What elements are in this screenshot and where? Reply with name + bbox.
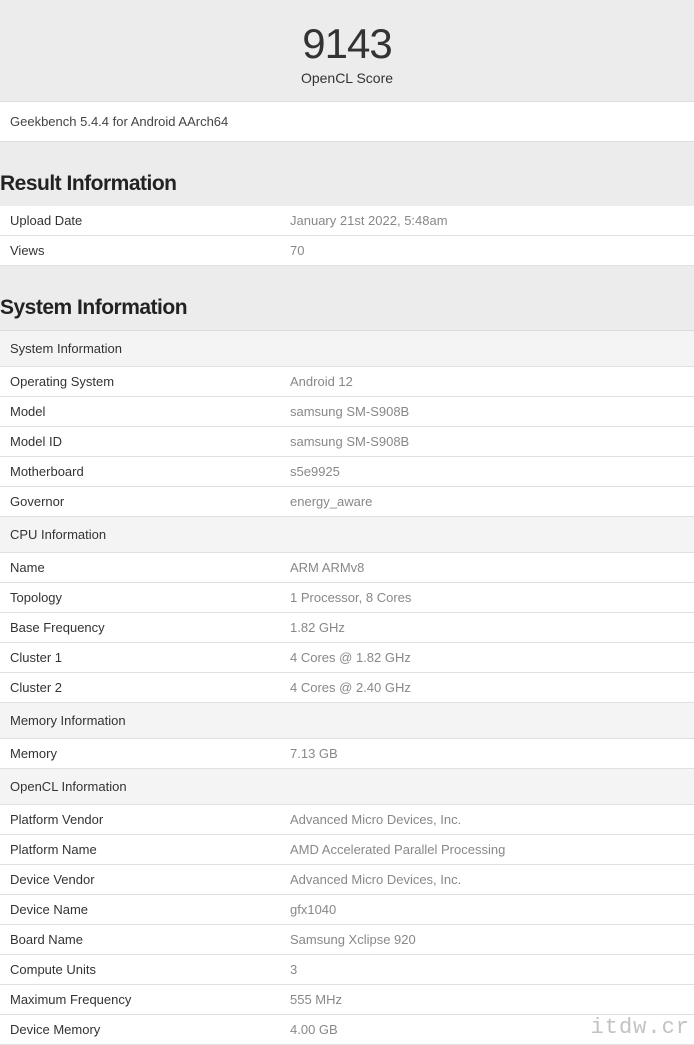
- result-heading: Result Information: [0, 142, 694, 206]
- row-value: 1 Processor, 8 Cores: [280, 583, 694, 613]
- table-row: Board Name Samsung Xclipse 920: [0, 925, 694, 955]
- table-row: Memory 7.13 GB: [0, 739, 694, 769]
- row-value: 555 MHz: [280, 985, 694, 1015]
- row-value: Android 12: [280, 367, 694, 397]
- table-subheader: System Information: [0, 331, 694, 367]
- row-label: Operating System: [0, 367, 280, 397]
- row-value: gfx1040: [280, 895, 694, 925]
- row-value: 4.00 GB: [280, 1015, 694, 1045]
- table-row: Motherboard s5e9925: [0, 457, 694, 487]
- row-value: energy_aware: [280, 487, 694, 517]
- subheader-label: Memory Information: [0, 703, 694, 739]
- score-label: OpenCL Score: [0, 70, 694, 86]
- row-value: 70: [280, 236, 694, 266]
- row-label: Model ID: [0, 427, 280, 457]
- row-label: Maximum Frequency: [0, 985, 280, 1015]
- row-value: 4 Cores @ 2.40 GHz: [280, 673, 694, 703]
- row-label: Device Memory: [0, 1015, 280, 1045]
- row-value: Samsung Xclipse 920: [280, 925, 694, 955]
- table-row: Base Frequency 1.82 GHz: [0, 613, 694, 643]
- row-label: Board Name: [0, 925, 280, 955]
- table-subheader: OpenCL Information: [0, 769, 694, 805]
- row-label: Cluster 1: [0, 643, 280, 673]
- table-row: Maximum Frequency 555 MHz: [0, 985, 694, 1015]
- table-row: Views 70: [0, 236, 694, 266]
- table-row: Cluster 2 4 Cores @ 2.40 GHz: [0, 673, 694, 703]
- row-value: January 21st 2022, 5:48am: [280, 206, 694, 236]
- version-info: Geekbench 5.4.4 for Android AArch64: [0, 101, 694, 142]
- table-row: Governor energy_aware: [0, 487, 694, 517]
- table-row: Device Memory 4.00 GB: [0, 1015, 694, 1045]
- row-label: Motherboard: [0, 457, 280, 487]
- table-row: Platform Name AMD Accelerated Parallel P…: [0, 835, 694, 865]
- score-header: 9143 OpenCL Score: [0, 0, 694, 101]
- table-row: Compute Units 3: [0, 955, 694, 985]
- subheader-label: OpenCL Information: [0, 769, 694, 805]
- row-label: Model: [0, 397, 280, 427]
- row-label: Platform Vendor: [0, 805, 280, 835]
- row-label: Cluster 2: [0, 673, 280, 703]
- row-label: Device Vendor: [0, 865, 280, 895]
- row-label: Memory: [0, 739, 280, 769]
- row-value: Advanced Micro Devices, Inc.: [280, 805, 694, 835]
- table-row: Operating System Android 12: [0, 367, 694, 397]
- table-row: Model ID samsung SM-S908B: [0, 427, 694, 457]
- system-heading: System Information: [0, 266, 694, 330]
- row-label: Device Name: [0, 895, 280, 925]
- row-label: Views: [0, 236, 280, 266]
- table-row: Name ARM ARMv8: [0, 553, 694, 583]
- row-value: 7.13 GB: [280, 739, 694, 769]
- table-subheader: Memory Information: [0, 703, 694, 739]
- row-value: ARM ARMv8: [280, 553, 694, 583]
- table-row: Device Name gfx1040: [0, 895, 694, 925]
- subheader-label: System Information: [0, 331, 694, 367]
- row-label: Topology: [0, 583, 280, 613]
- table-row: Topology 1 Processor, 8 Cores: [0, 583, 694, 613]
- row-value: 1.82 GHz: [280, 613, 694, 643]
- row-value: samsung SM-S908B: [280, 397, 694, 427]
- table-subheader: CPU Information: [0, 517, 694, 553]
- table-row: Model samsung SM-S908B: [0, 397, 694, 427]
- row-value: 3: [280, 955, 694, 985]
- row-label: Name: [0, 553, 280, 583]
- table-row: Upload Date January 21st 2022, 5:48am: [0, 206, 694, 236]
- system-table: System Information Operating System Andr…: [0, 330, 694, 1045]
- row-label: Compute Units: [0, 955, 280, 985]
- row-label: Upload Date: [0, 206, 280, 236]
- row-value: samsung SM-S908B: [280, 427, 694, 457]
- row-value: AMD Accelerated Parallel Processing: [280, 835, 694, 865]
- row-label: Platform Name: [0, 835, 280, 865]
- score-value: 9143: [0, 20, 694, 68]
- row-value: 4 Cores @ 1.82 GHz: [280, 643, 694, 673]
- row-label: Governor: [0, 487, 280, 517]
- row-value: Advanced Micro Devices, Inc.: [280, 865, 694, 895]
- result-table: Upload Date January 21st 2022, 5:48am Vi…: [0, 206, 694, 266]
- table-row: Device Vendor Advanced Micro Devices, In…: [0, 865, 694, 895]
- row-value: s5e9925: [280, 457, 694, 487]
- table-row: Cluster 1 4 Cores @ 1.82 GHz: [0, 643, 694, 673]
- row-label: Base Frequency: [0, 613, 280, 643]
- table-row: Platform Vendor Advanced Micro Devices, …: [0, 805, 694, 835]
- subheader-label: CPU Information: [0, 517, 694, 553]
